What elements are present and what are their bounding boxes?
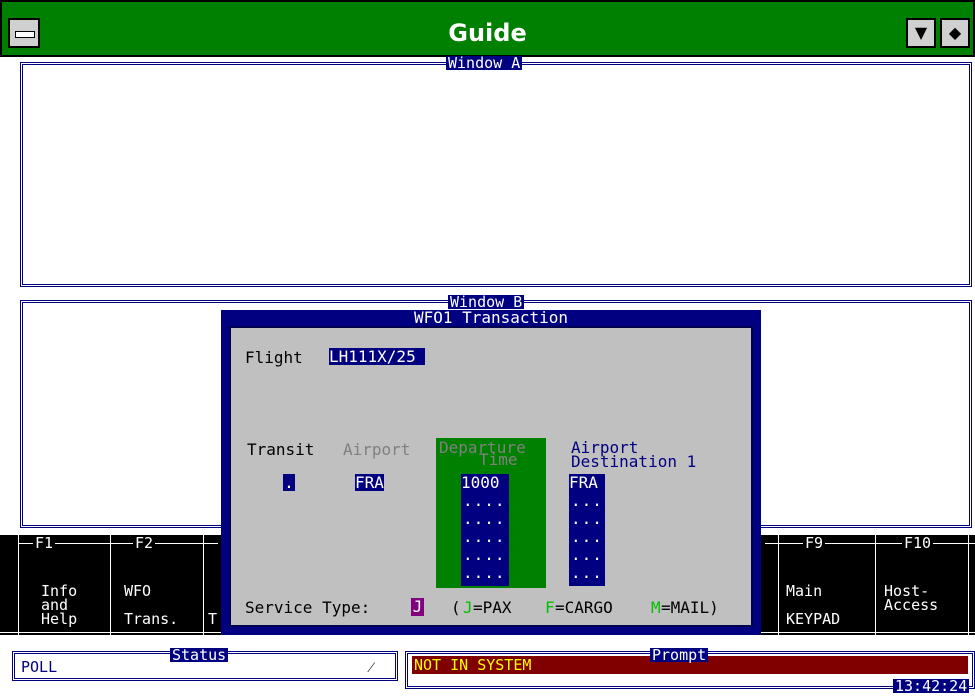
status-row: POLL ⁄ Status NOT IN SYSTEM Prompt 13:42… xyxy=(0,635,975,700)
window-a-title: Window A xyxy=(446,54,523,72)
prompt-title: Prompt xyxy=(650,646,709,664)
window-a xyxy=(20,62,972,287)
destination-field-3[interactable]: ... xyxy=(571,511,603,527)
flight-field[interactable]: LH111X/25 xyxy=(329,348,426,365)
f9-key-label: F9 xyxy=(803,534,826,552)
airport-label: Airport xyxy=(343,440,411,459)
departure-time-field-6[interactable]: .... xyxy=(463,565,506,581)
legend-f-text: =CARGO xyxy=(555,598,613,617)
airport-field[interactable]: FRA xyxy=(355,474,384,491)
triangle-down-icon: ▼ xyxy=(914,23,928,42)
legend-j-key: J xyxy=(463,598,473,617)
f9-key-text: Main KEYPAD xyxy=(786,582,841,628)
destination-field-2[interactable]: ... xyxy=(571,493,603,509)
flight-label: Flight xyxy=(245,348,303,367)
window-title: Guide xyxy=(448,19,527,47)
f1-key[interactable]: F1 Info and Help xyxy=(19,535,110,632)
dialog-title: WFO1 Transaction xyxy=(413,308,569,327)
f10-key-text: Host- Access xyxy=(884,582,939,614)
transit-field[interactable]: . xyxy=(283,474,295,491)
destination-field-4[interactable]: ... xyxy=(571,529,603,545)
departure-time-field[interactable]: 1000 xyxy=(461,474,509,491)
departure-time-field-5[interactable]: .... xyxy=(463,547,506,563)
f2-key-text: WFO Trans. xyxy=(124,582,179,628)
f3-key-partial: T xyxy=(208,610,218,628)
up-down-arrow-icon: ◆ xyxy=(948,23,962,42)
f10-key-label: F10 xyxy=(902,534,934,552)
service-type-label: Service Type: xyxy=(245,598,371,617)
departure-time-field-3[interactable]: .... xyxy=(463,511,506,527)
dialog-body: Flight LH111X/25 Transit Airport Departu… xyxy=(229,326,753,627)
destination-field-5[interactable]: ... xyxy=(571,547,603,563)
f1-key-label: F1 xyxy=(33,534,56,552)
destination-label-2: Destination 1 xyxy=(571,452,697,471)
f9-key[interactable]: F9 Main KEYPAD xyxy=(779,535,875,632)
departure-time-field-2[interactable]: .... xyxy=(463,493,506,509)
destination-field[interactable]: FRA xyxy=(569,474,598,491)
legend-m-text: =MAIL) xyxy=(661,598,719,617)
destination-field-6[interactable]: ... xyxy=(571,565,603,581)
f1-key-text: Info and Help xyxy=(41,582,78,628)
legend-f-key: F xyxy=(545,598,555,617)
wfo1-dialog: WFO1 Transaction Flight LH111X/25 Transi… xyxy=(221,310,761,635)
window-b-title: Window B xyxy=(448,293,525,311)
legend-m-key: M xyxy=(651,598,661,617)
edit-icon: ⁄ xyxy=(370,658,373,676)
f2-key-label: F2 xyxy=(133,534,156,552)
time-label: Time xyxy=(479,450,518,469)
clock: 13:42:24 xyxy=(893,677,970,695)
f10-key[interactable]: F10 Host- Access xyxy=(876,535,968,632)
restore-button[interactable]: ◆ xyxy=(940,18,970,48)
transit-label: Transit xyxy=(247,440,315,459)
status-title: Status xyxy=(170,646,229,664)
service-type-field[interactable]: J xyxy=(411,598,424,616)
legend-j-text: =PAX xyxy=(473,598,512,617)
departure-time-field-4[interactable]: .... xyxy=(463,529,506,545)
status-value: POLL xyxy=(21,658,58,676)
dropdown-button[interactable]: ▼ xyxy=(906,18,936,48)
legend-open: ( xyxy=(451,598,461,617)
f2-key[interactable]: F2 WFO Trans. xyxy=(111,535,203,632)
